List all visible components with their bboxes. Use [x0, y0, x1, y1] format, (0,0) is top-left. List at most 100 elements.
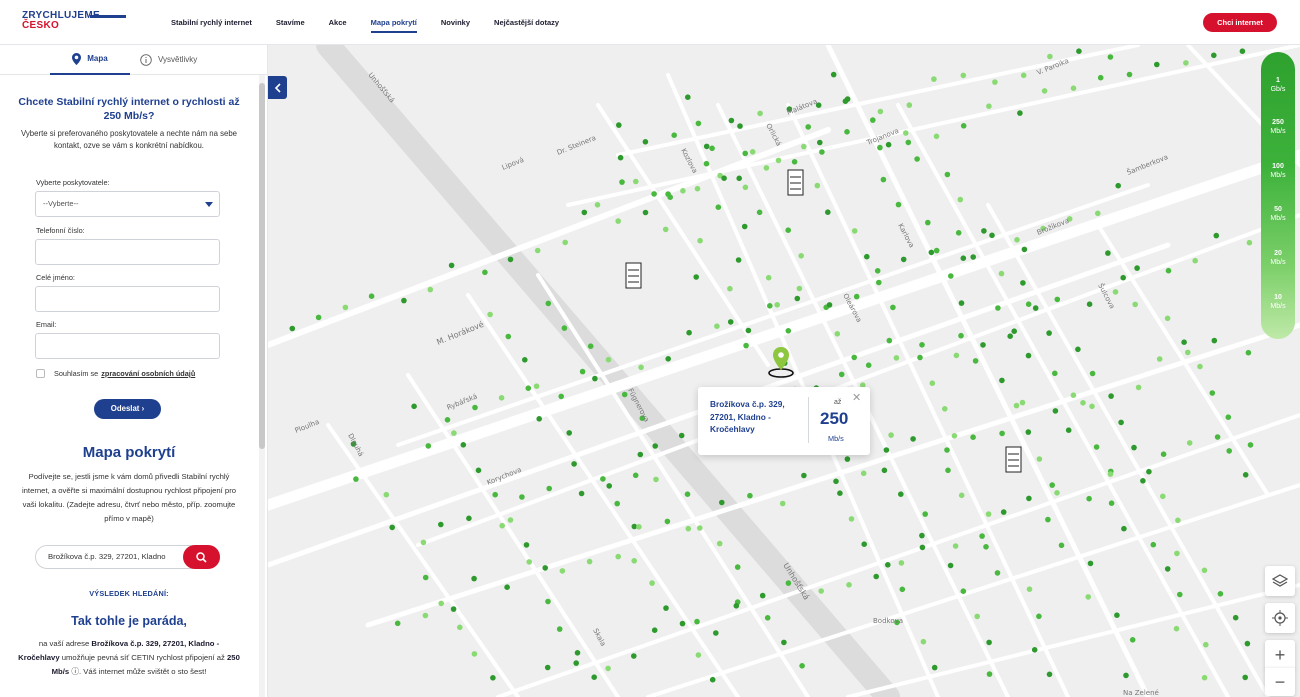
- address-point[interactable]: [472, 404, 478, 411]
- address-point[interactable]: [814, 182, 821, 189]
- close-icon[interactable]: ✕: [852, 393, 861, 404]
- address-point[interactable]: [475, 467, 482, 474]
- address-point[interactable]: [394, 620, 401, 627]
- address-point[interactable]: [1203, 641, 1209, 648]
- address-point[interactable]: [1085, 594, 1091, 600]
- address-point[interactable]: [1123, 672, 1129, 679]
- address-point[interactable]: [955, 230, 962, 236]
- address-point[interactable]: [662, 226, 669, 233]
- address-point[interactable]: [619, 179, 625, 185]
- address-point[interactable]: [886, 337, 893, 344]
- address-point[interactable]: [933, 247, 940, 254]
- address-point[interactable]: [853, 293, 860, 300]
- address-point[interactable]: [592, 375, 598, 382]
- address-point[interactable]: [542, 565, 548, 571]
- address-point[interactable]: [578, 490, 585, 497]
- address-point[interactable]: [953, 352, 960, 359]
- address-point[interactable]: [992, 79, 998, 85]
- address-point[interactable]: [678, 432, 685, 439]
- address-point[interactable]: [1132, 301, 1138, 308]
- address-point[interactable]: [844, 129, 850, 135]
- address-point[interactable]: [617, 154, 624, 161]
- address-point[interactable]: [715, 204, 722, 210]
- address-point[interactable]: [970, 254, 976, 260]
- address-point[interactable]: [928, 249, 935, 256]
- address-point[interactable]: [615, 553, 621, 560]
- address-point[interactable]: [566, 430, 572, 436]
- address-point[interactable]: [785, 328, 792, 334]
- address-point[interactable]: [536, 416, 542, 422]
- sidebar-scrollbar[interactable]: [259, 75, 265, 697]
- address-point[interactable]: [422, 612, 429, 619]
- address-point[interactable]: [1174, 550, 1180, 557]
- address-point[interactable]: [1118, 419, 1124, 426]
- address-point[interactable]: [998, 270, 1005, 277]
- address-point[interactable]: [925, 219, 931, 226]
- address-point[interactable]: [438, 521, 444, 528]
- address-point[interactable]: [779, 500, 786, 507]
- address-point[interactable]: [545, 598, 551, 605]
- address-point[interactable]: [695, 652, 702, 658]
- zoom-in-button[interactable]: +: [1265, 640, 1295, 670]
- address-point[interactable]: [697, 237, 703, 244]
- address-point[interactable]: [958, 300, 965, 306]
- address-point[interactable]: [837, 490, 843, 497]
- address-point[interactable]: [861, 541, 867, 547]
- address-point[interactable]: [1186, 440, 1193, 446]
- address-point[interactable]: [931, 76, 937, 82]
- address-point[interactable]: [757, 110, 763, 117]
- address-point[interactable]: [960, 588, 967, 594]
- address-point[interactable]: [1086, 495, 1092, 502]
- address-point[interactable]: [1075, 346, 1081, 353]
- address-point[interactable]: [999, 377, 1005, 384]
- address-point[interactable]: [951, 433, 958, 439]
- address-point[interactable]: [826, 302, 833, 308]
- address-point[interactable]: [864, 253, 870, 260]
- nav-item-stabilni-rychly-internet[interactable]: Stabilní rychlý internet: [171, 0, 252, 45]
- address-point[interactable]: [1121, 525, 1127, 532]
- address-point[interactable]: [920, 638, 927, 645]
- address-point[interactable]: [1183, 60, 1189, 66]
- address-point[interactable]: [818, 588, 824, 594]
- address-point[interactable]: [952, 543, 959, 549]
- address-point[interactable]: [534, 247, 541, 254]
- address-point[interactable]: [1007, 333, 1013, 340]
- address-point[interactable]: [874, 268, 881, 274]
- address-point[interactable]: [1165, 267, 1172, 274]
- address-point[interactable]: [945, 467, 951, 474]
- address-point[interactable]: [1013, 402, 1020, 409]
- address-point[interactable]: [881, 467, 888, 474]
- address-point[interactable]: [642, 209, 649, 216]
- address-point[interactable]: [899, 586, 906, 593]
- address-point[interactable]: [721, 175, 727, 181]
- address-point[interactable]: [1017, 110, 1023, 116]
- address-point[interactable]: [450, 606, 457, 612]
- address-point[interactable]: [703, 160, 710, 167]
- email-input[interactable]: [35, 333, 220, 359]
- address-point[interactable]: [1000, 509, 1007, 515]
- address-point[interactable]: [591, 674, 597, 680]
- address-point[interactable]: [1054, 490, 1060, 496]
- address-point[interactable]: [1107, 471, 1114, 477]
- address-point[interactable]: [631, 653, 637, 659]
- address-point[interactable]: [1217, 591, 1224, 597]
- address-point[interactable]: [775, 157, 782, 164]
- address-point[interactable]: [825, 209, 831, 215]
- address-point[interactable]: [1213, 232, 1220, 239]
- address-point[interactable]: [958, 492, 965, 499]
- address-point[interactable]: [979, 533, 985, 539]
- address-point[interactable]: [562, 239, 568, 246]
- address-point[interactable]: [944, 447, 950, 453]
- address-point[interactable]: [1031, 647, 1038, 653]
- address-point[interactable]: [947, 562, 954, 569]
- address-point[interactable]: [504, 584, 510, 590]
- consent-checkbox[interactable]: [36, 369, 45, 378]
- address-point[interactable]: [764, 615, 771, 621]
- address-point[interactable]: [759, 592, 766, 599]
- nav-item-akce[interactable]: Akce: [329, 0, 347, 45]
- address-point[interactable]: [906, 102, 913, 108]
- address-point[interactable]: [942, 406, 948, 412]
- address-point[interactable]: [1115, 182, 1121, 189]
- address-point[interactable]: [851, 354, 857, 361]
- address-point[interactable]: [716, 540, 723, 547]
